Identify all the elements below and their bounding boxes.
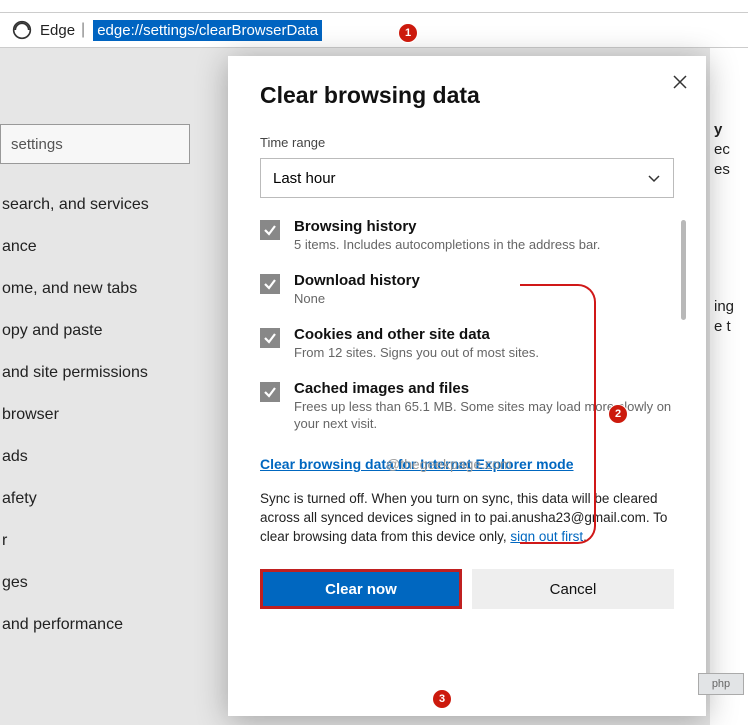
item-title: Cookies and other site data: [294, 326, 539, 343]
content-fragment: es: [714, 161, 748, 178]
close-icon[interactable]: [672, 74, 688, 90]
sidebar-item[interactable]: ance: [0, 226, 200, 268]
item-title: Download history: [294, 272, 420, 289]
content-fragment: e t: [714, 318, 748, 335]
checkbox[interactable]: [260, 274, 280, 294]
address-app-label: Edge: [40, 22, 75, 39]
annotation-marker-1: 1: [398, 23, 418, 43]
time-range-select[interactable]: Last hour: [260, 158, 674, 198]
watermark-text: @thegeekpage.com: [386, 456, 512, 472]
address-url[interactable]: edge://settings/clearBrowserData: [93, 20, 322, 41]
checkbox[interactable]: [260, 220, 280, 240]
item-subtitle: None: [294, 291, 420, 308]
sidebar-item[interactable]: afety: [0, 478, 200, 520]
content-right-slice: y ec es ing e t: [710, 48, 748, 725]
search-settings-input[interactable]: settings: [0, 124, 190, 164]
dialog-title: Clear browsing data: [260, 82, 674, 109]
data-type-item: Cookies and other site data From 12 sites…: [260, 326, 674, 362]
address-separator: |: [81, 21, 85, 39]
item-subtitle: 5 items. Includes autocompletions in the…: [294, 237, 600, 254]
address-bar[interactable]: Edge | edge://settings/clearBrowserData: [0, 12, 748, 48]
sidebar-item[interactable]: browser: [0, 394, 200, 436]
time-range-label: Time range: [260, 135, 674, 150]
annotation-marker-3: 3: [432, 689, 452, 709]
edge-logo-icon: [12, 20, 32, 40]
item-subtitle: From 12 sites. Signs you out of most sit…: [294, 345, 539, 362]
checkbox[interactable]: [260, 328, 280, 348]
sidebar-item[interactable]: ome, and new tabs: [0, 268, 200, 310]
sidebar-item[interactable]: opy and paste: [0, 310, 200, 352]
sidebar-item[interactable]: and performance: [0, 604, 200, 646]
clear-browsing-data-dialog: Clear browsing data Time range Last hour…: [228, 56, 706, 716]
cancel-button[interactable]: Cancel: [472, 569, 674, 609]
data-type-item: Browsing history 5 items. Includes autoco…: [260, 218, 674, 254]
item-title: Browsing history: [294, 218, 600, 235]
content-fragment: ing: [714, 298, 748, 315]
sync-note: Sync is turned off. When you turn on syn…: [260, 490, 674, 547]
sidebar-item[interactable]: ads: [0, 436, 200, 478]
data-type-item: Download history None: [260, 272, 674, 308]
content-fragment: y: [714, 121, 748, 138]
search-placeholder: settings: [11, 136, 63, 153]
clear-now-button[interactable]: Clear now: [260, 569, 462, 609]
sync-note-text: Sync is turned off. When you turn on syn…: [260, 491, 667, 544]
php-badge: php: [698, 673, 744, 695]
settings-sidebar: settings search, and servicesanceome, an…: [0, 48, 200, 725]
content-fragment: ec: [714, 141, 748, 158]
scrollbar[interactable]: [681, 220, 686, 320]
item-title: Cached images and files: [294, 380, 674, 397]
checkbox[interactable]: [260, 382, 280, 402]
sidebar-item[interactable]: and site permissions: [0, 352, 200, 394]
sidebar-item[interactable]: search, and services: [0, 184, 200, 226]
sidebar-item[interactable]: r: [0, 520, 200, 562]
annotation-marker-2: 2: [608, 404, 628, 424]
sidebar-item[interactable]: ges: [0, 562, 200, 604]
time-range-value: Last hour: [273, 170, 336, 187]
annotation-bracket: [520, 284, 596, 544]
chevron-down-icon: [647, 171, 661, 185]
